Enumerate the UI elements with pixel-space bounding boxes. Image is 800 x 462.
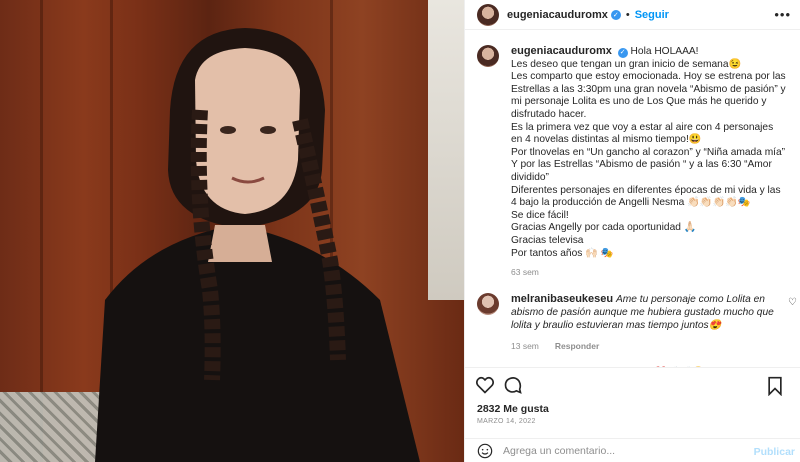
- comment-item: melranibaseukeseu Ame tu personaje como …: [465, 279, 800, 353]
- post-date: MARZO 14, 2022: [477, 418, 536, 425]
- caption-line: Y por las Estrellas “Abismo de pasión “ …: [511, 159, 772, 183]
- caption-line: Por tlnovelas en “Un gancho al corazon” …: [511, 146, 786, 158]
- caption-line: Gracias televisa: [511, 234, 584, 246]
- portrait-figure: [95, 28, 420, 462]
- author-username[interactable]: eugeniacauduromx: [507, 9, 608, 21]
- caption-line: Es la primera vez que voy a estar al air…: [511, 121, 774, 146]
- caption-line: Por tantos años 🙌🏻 🎭: [511, 247, 614, 259]
- commenter-avatar[interactable]: [477, 292, 499, 315]
- likes-count[interactable]: 2832 Me gusta: [477, 403, 549, 415]
- comment-icon[interactable]: [503, 375, 523, 395]
- caption-line: Se dice fácil!: [511, 209, 569, 221]
- comment-item: milagrosmariamedranonevra ❤️👏👏😍: [465, 353, 800, 367]
- caption-line: Hola HOLAAA!: [630, 46, 699, 57]
- caption-line: Les comparto que estoy emocionada. Hoy s…: [511, 71, 786, 120]
- comment-time: 13 sem: [511, 340, 539, 351]
- action-bar: [465, 367, 800, 401]
- bookmark-icon[interactable]: [765, 376, 785, 396]
- post-header: eugeniacauduromx ✓ • Seguir •••: [465, 0, 800, 30]
- smiley-icon[interactable]: [477, 443, 493, 459]
- caption-line: Les deseo que tengan un gran inicio de s…: [511, 58, 742, 70]
- heart-icon[interactable]: [475, 375, 495, 395]
- more-options-icon[interactable]: •••: [774, 7, 791, 22]
- reply-button[interactable]: Responder: [555, 340, 599, 353]
- caption-line: Gracias Angelly por cada oportunidad 🙏🏻: [511, 222, 697, 234]
- add-comment-bar: Publicar: [465, 438, 800, 462]
- follow-button[interactable]: Seguir: [635, 9, 669, 21]
- caption-body: eugeniacauduromx ✓ Hola HOLAAA! Les dese…: [511, 45, 786, 279]
- post-sidebar: eugeniacauduromx ✓ • Seguir ••• eugeniac…: [464, 0, 800, 462]
- comments-scroll-area[interactable]: eugeniacauduromx ✓ Hola HOLAAA! Les dese…: [465, 31, 800, 367]
- publish-button[interactable]: Publicar: [754, 446, 795, 458]
- verified-badge-icon: ✓: [617, 48, 628, 59]
- commenter-username[interactable]: melranibaseukeseu: [511, 293, 613, 305]
- caption-time: 63 sem: [511, 267, 539, 278]
- comment-like-icon[interactable]: ♡: [788, 297, 797, 308]
- verified-badge-icon: ✓: [610, 9, 621, 20]
- caption-username[interactable]: eugeniacauduromx: [511, 45, 612, 57]
- post-photo[interactable]: [0, 0, 464, 462]
- caption: eugeniacauduromx ✓ Hola HOLAAA! Les dese…: [465, 31, 800, 279]
- author-avatar[interactable]: [477, 3, 499, 26]
- comment-input[interactable]: [503, 444, 743, 457]
- comment-body: melranibaseukeseu Ame tu personaje como …: [511, 293, 776, 353]
- caption-avatar[interactable]: [477, 45, 499, 67]
- separator-dot: •: [625, 8, 630, 21]
- comment-meta: 13 sem Responder: [511, 340, 776, 353]
- caption-line: Diferentes personajes en diferentes époc…: [511, 184, 781, 209]
- instagram-post-view: eugeniacauduromx ✓ • Seguir ••• eugeniac…: [0, 0, 800, 462]
